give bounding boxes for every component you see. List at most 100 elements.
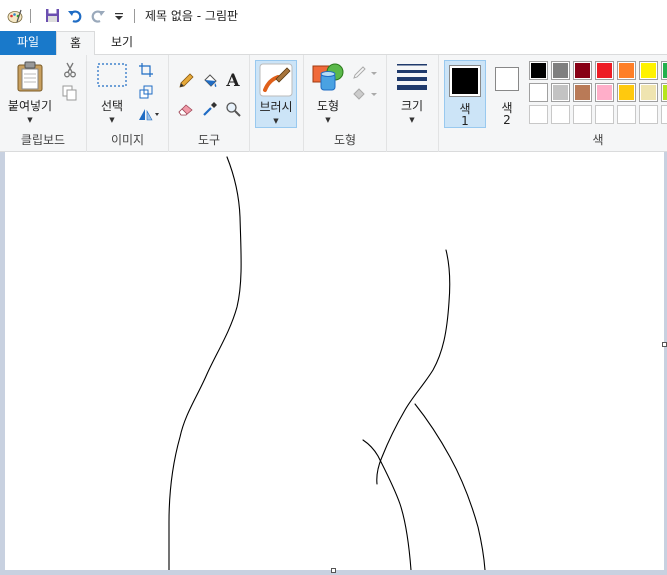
stroke-right-contour: [376, 249, 451, 485]
magnifier-icon[interactable]: [224, 100, 242, 118]
palette-swatch[interactable]: [617, 105, 636, 124]
palette-swatch-color: [641, 63, 656, 78]
resize-icon[interactable]: [137, 83, 155, 101]
tab-view[interactable]: 보기: [100, 31, 144, 55]
shapes-group-label: 도형: [333, 133, 357, 147]
palette-swatch[interactable]: [617, 61, 636, 80]
palette-swatch[interactable]: [595, 83, 614, 102]
color2-button[interactable]: 색 2: [491, 60, 523, 128]
palette-swatch[interactable]: [551, 61, 570, 80]
palette-swatch-color: [531, 63, 546, 78]
select-button[interactable]: 선택 ▼: [93, 62, 131, 124]
fill-bucket-icon[interactable]: [201, 72, 219, 90]
drawing-strokes: [168, 156, 486, 571]
color1-swatch: [452, 68, 478, 94]
shapes-group: 도형 ▼ 도형: [304, 55, 387, 152]
tab-file[interactable]: 파일: [0, 31, 56, 55]
palette-swatch[interactable]: [573, 83, 592, 102]
paste-icon: [17, 61, 43, 92]
shapes-button[interactable]: 도형 ▼: [310, 60, 346, 124]
save-icon[interactable]: [44, 8, 60, 24]
tools-group: A 도구: [169, 55, 250, 152]
palette-swatch[interactable]: [551, 83, 570, 102]
palette-swatch[interactable]: [529, 61, 548, 80]
ribbon-tabs: 파일 홈 보기: [0, 31, 667, 56]
palette-swatch[interactable]: [595, 105, 614, 124]
brush-icon: [259, 63, 293, 97]
color2-number: 2: [503, 113, 511, 127]
chevron-down-icon: ▼: [325, 116, 331, 124]
resize-handle-bottom[interactable]: [331, 568, 336, 573]
undo-icon[interactable]: [67, 8, 83, 24]
title-bar: 제목 없음 - 그림판: [0, 0, 667, 31]
size-group: 크기 ▼: [387, 55, 439, 152]
outline-icon[interactable]: [352, 64, 378, 82]
palette-swatch-color: [575, 63, 590, 78]
line-size-icon: [397, 64, 427, 90]
palette-swatch[interactable]: [661, 83, 667, 102]
color-picker-icon[interactable]: [201, 100, 219, 118]
brushes-label: 브러시: [259, 100, 293, 114]
chevron-down-icon: ▼: [27, 116, 33, 124]
palette-swatch[interactable]: [639, 83, 658, 102]
paste-button[interactable]: 붙여넣기 ▼: [4, 60, 56, 124]
stroke-inner-right: [414, 403, 486, 571]
palette-swatch-color: [597, 63, 612, 78]
separator: [30, 8, 31, 23]
shape-fill-icon[interactable]: [352, 85, 378, 103]
color2-swatch-frame: [495, 67, 519, 91]
color1-number: 1: [461, 114, 469, 128]
palette-swatch[interactable]: [617, 83, 636, 102]
chevron-down-icon: ▼: [109, 116, 115, 124]
eraser-icon[interactable]: [177, 100, 195, 118]
cut-icon[interactable]: [61, 61, 79, 79]
paste-label: 붙여넣기: [7, 99, 53, 113]
palette-swatch[interactable]: [639, 61, 658, 80]
quick-access-toolbar: [0, 0, 141, 31]
crop-icon[interactable]: [137, 61, 155, 79]
shapes-icon: [312, 63, 344, 91]
chevron-down-icon: ▼: [273, 117, 279, 125]
window-title: 제목 없음 - 그림판: [145, 9, 239, 23]
ribbon: 붙여넣기 ▼ 클립보드 선택 ▼ 이미지 A 도구 브러시 ▼ 도형 ▼ 도형 …: [0, 55, 667, 152]
image-group: 선택 ▼ 이미지: [87, 55, 169, 152]
size-button[interactable]: 크기 ▼: [393, 62, 431, 124]
palette-swatch-color: [575, 85, 590, 100]
color2-swatch: [498, 70, 516, 88]
palette-swatch-color: [597, 85, 612, 100]
color1-button[interactable]: 색 1: [444, 60, 486, 128]
paint-palette-icon[interactable]: [7, 8, 23, 24]
palette-swatch-color: [553, 63, 568, 78]
pencil-icon[interactable]: [177, 72, 195, 90]
palette-swatch-color: [619, 85, 634, 100]
colors-group-label: 색: [592, 133, 604, 147]
redo-icon[interactable]: [90, 8, 106, 24]
size-label: 크기: [400, 99, 424, 113]
palette-swatch-color: [663, 85, 667, 100]
drawing-canvas[interactable]: [5, 152, 664, 571]
stroke-inner-left: [362, 439, 412, 571]
palette-swatch-color: [553, 85, 568, 100]
color1-swatch-frame: [449, 65, 481, 97]
palette-swatch[interactable]: [573, 105, 592, 124]
palette-swatch[interactable]: [661, 61, 667, 80]
copy-icon[interactable]: [61, 84, 79, 102]
clipboard-group-label: 클립보드: [20, 133, 66, 147]
tab-home[interactable]: 홈: [56, 31, 95, 56]
chevron-down-icon: ▼: [409, 116, 415, 124]
dropdown-icon[interactable]: [111, 8, 127, 24]
rotate-icon[interactable]: [137, 105, 161, 123]
palette-swatch[interactable]: [661, 105, 667, 124]
palette-swatch[interactable]: [573, 61, 592, 80]
brushes-button[interactable]: 브러시 ▼: [255, 60, 297, 128]
palette-swatch[interactable]: [551, 105, 570, 124]
palette-swatch[interactable]: [595, 61, 614, 80]
palette-swatch[interactable]: [529, 83, 548, 102]
palette-swatch-color: [641, 85, 656, 100]
separator: [134, 8, 135, 23]
clipboard-group: 붙여넣기 ▼ 클립보드: [0, 55, 87, 152]
resize-handle-right[interactable]: [662, 342, 667, 347]
palette-swatch[interactable]: [529, 105, 548, 124]
text-icon[interactable]: A: [224, 71, 242, 91]
palette-swatch[interactable]: [639, 105, 658, 124]
